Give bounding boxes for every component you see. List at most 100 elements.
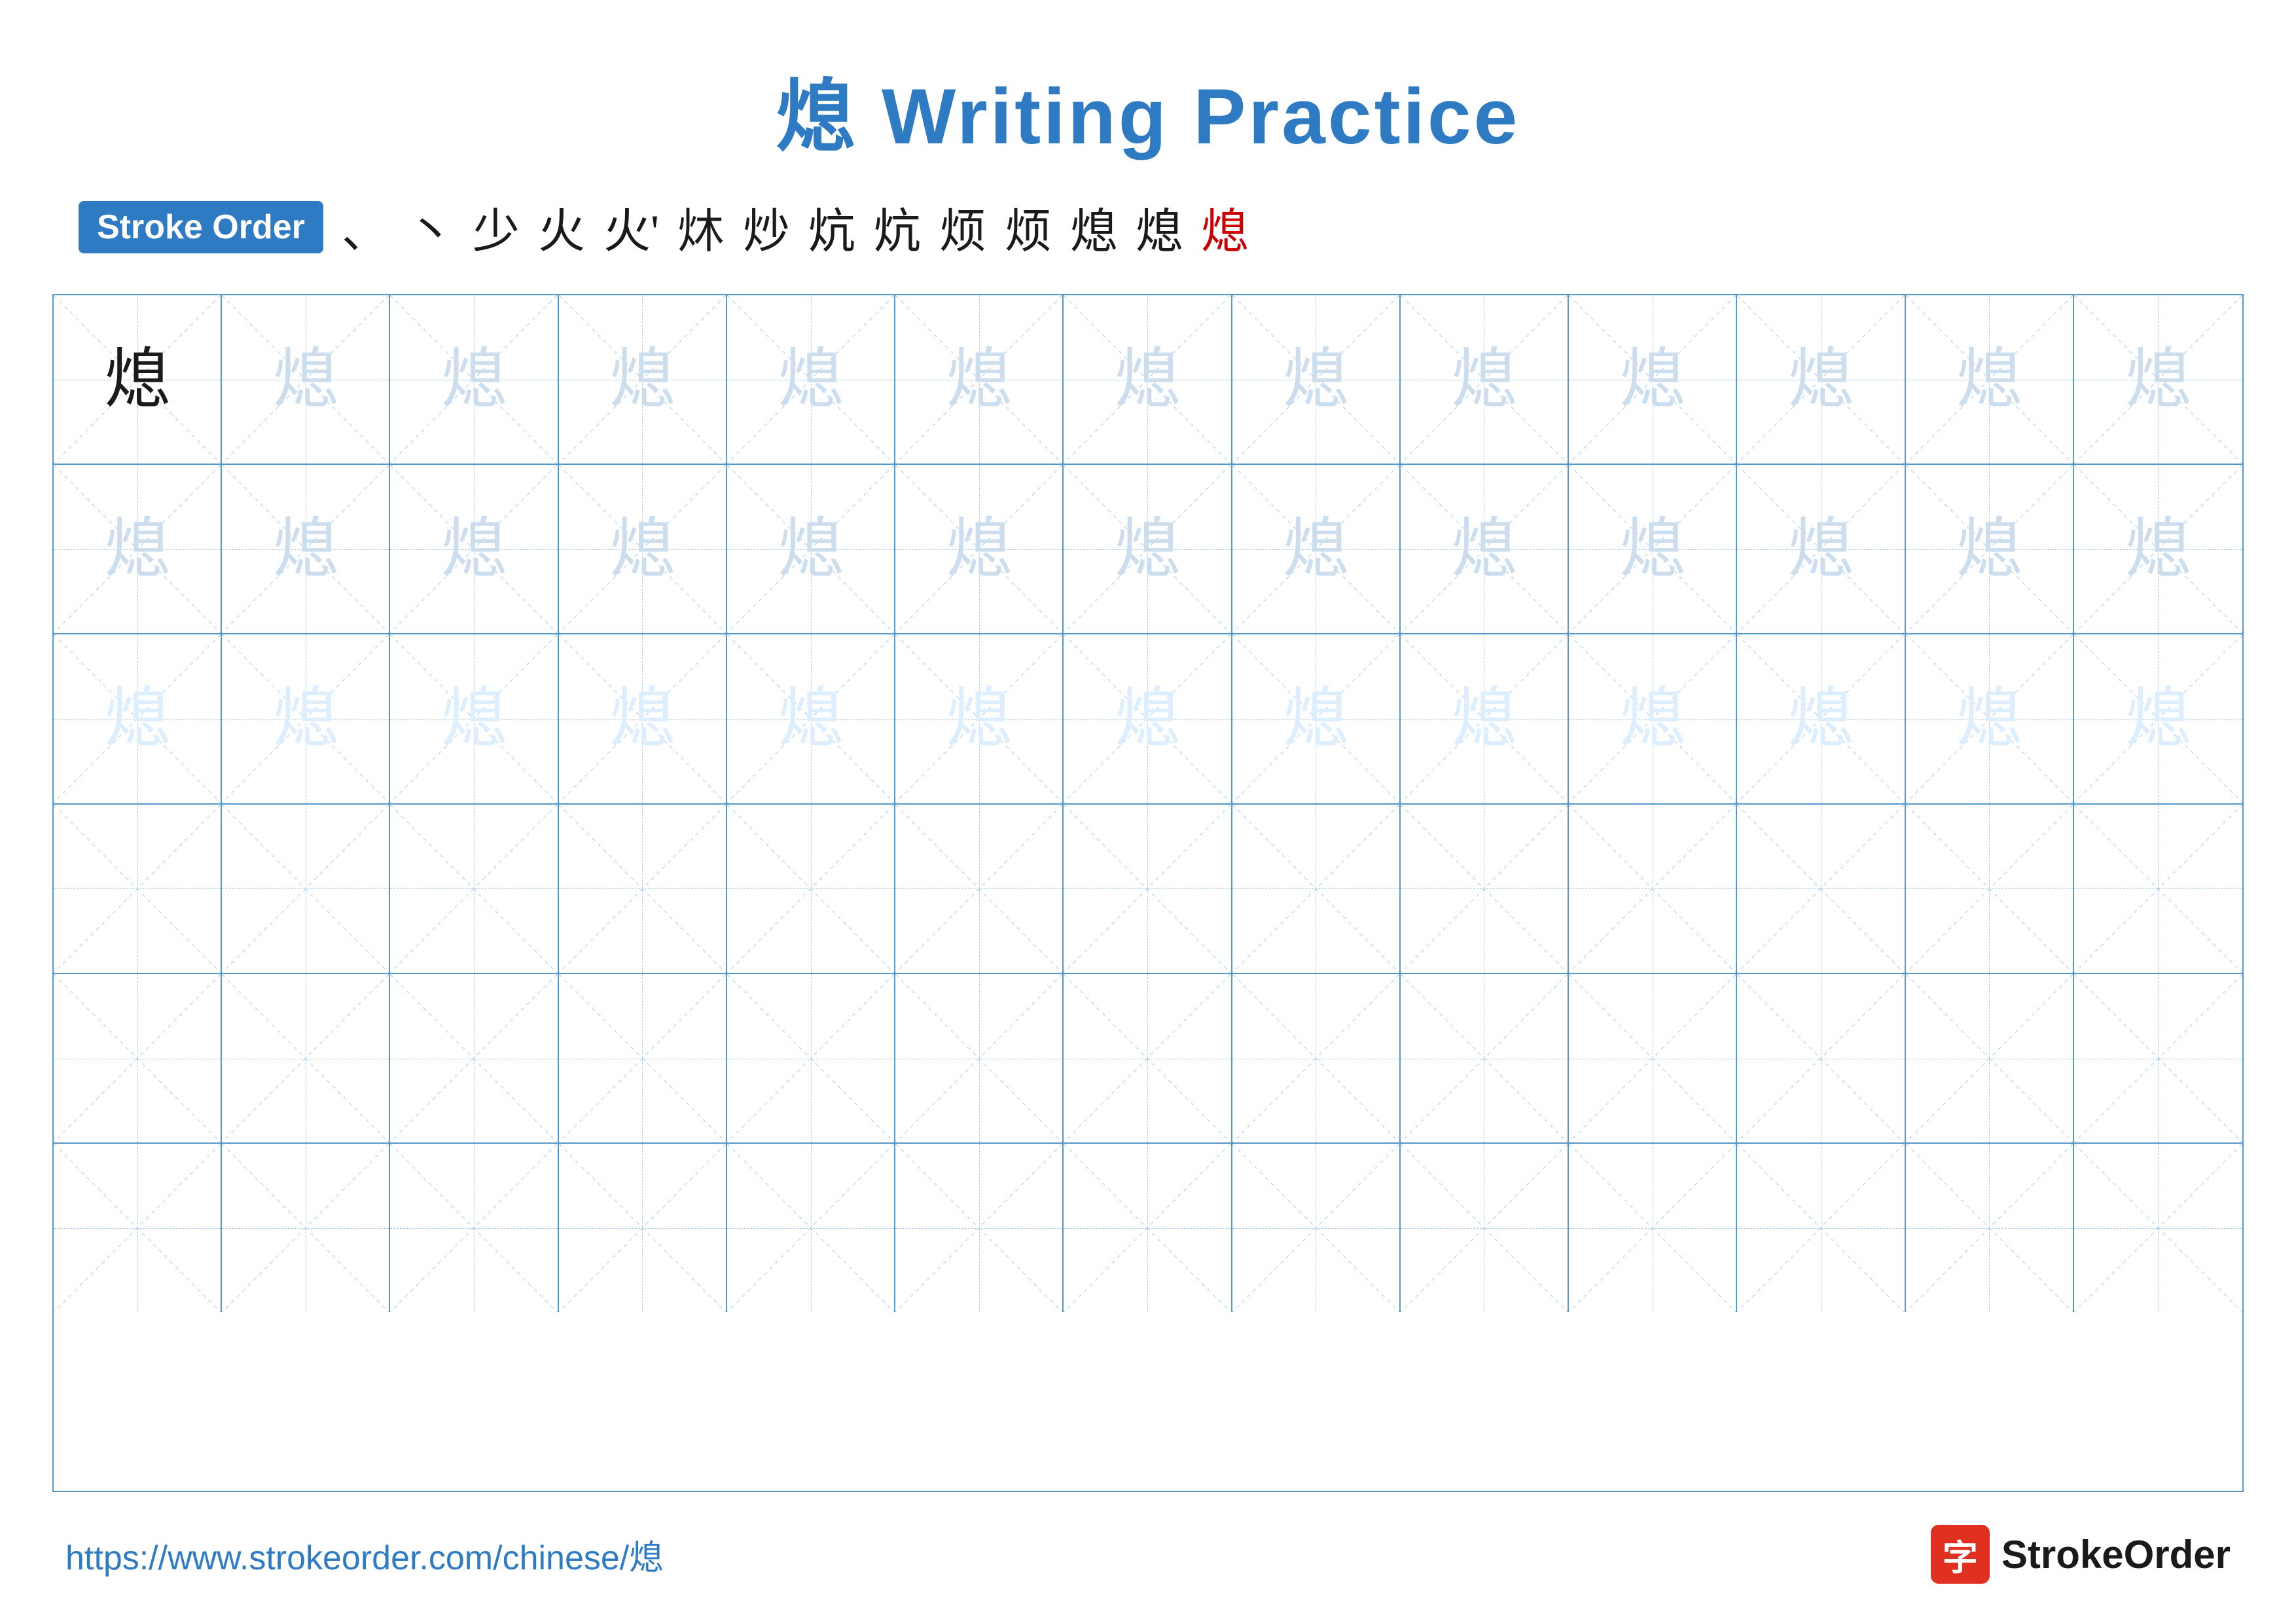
char-light: 熄 xyxy=(1283,347,1348,412)
grid-cell[interactable]: 熄 xyxy=(1232,465,1401,633)
char-lighter: 熄 xyxy=(1451,686,1516,752)
char-light: 熄 xyxy=(1620,347,1685,412)
grid-cell[interactable]: 熄 xyxy=(2074,295,2242,464)
footer-logo-icon: 字 xyxy=(1931,1525,1990,1584)
char-lighter: 熄 xyxy=(609,686,675,752)
grid-cell[interactable]: 熄 xyxy=(54,465,222,633)
grid-cell[interactable]: 熄 xyxy=(222,295,390,464)
grid-cell[interactable]: 熄 xyxy=(727,295,895,464)
grid-cell[interactable] xyxy=(1569,974,1737,1142)
grid-cell[interactable]: 熄 xyxy=(559,634,727,803)
char-lighter: 熄 xyxy=(105,686,170,752)
grid-cell[interactable] xyxy=(895,1144,1064,1312)
grid-cell[interactable]: 熄 xyxy=(559,295,727,464)
grid-cell[interactable] xyxy=(1737,805,1905,973)
grid-cell[interactable] xyxy=(2074,974,2242,1142)
grid-cell[interactable] xyxy=(895,805,1064,973)
grid-cell[interactable] xyxy=(727,974,895,1142)
grid-cell[interactable] xyxy=(559,805,727,973)
grid-cell[interactable] xyxy=(1064,805,1232,973)
grid-cell[interactable] xyxy=(54,1144,222,1312)
grid-cell[interactable] xyxy=(1401,974,1569,1142)
grid-cell[interactable] xyxy=(54,805,222,973)
grid-cell[interactable] xyxy=(222,974,390,1142)
grid-cell[interactable]: 熄 xyxy=(1401,634,1569,803)
grid-cell[interactable] xyxy=(895,974,1064,1142)
grid-cell[interactable] xyxy=(1064,1144,1232,1312)
page-title: 熄 Writing Practice xyxy=(776,52,1520,166)
stroke-11: 烦 xyxy=(1005,192,1052,261)
grid-cell[interactable]: 熄 xyxy=(1064,465,1232,633)
grid-cell[interactable]: 熄 xyxy=(222,465,390,633)
grid-cell[interactable]: 熄 xyxy=(390,295,558,464)
char-light: 熄 xyxy=(1451,517,1516,582)
grid-cell[interactable] xyxy=(1906,1144,2074,1312)
char-light: 熄 xyxy=(105,517,170,582)
char-lighter: 熄 xyxy=(946,686,1012,752)
grid-cell[interactable]: 熄 xyxy=(2074,465,2242,633)
grid-cell[interactable] xyxy=(1064,974,1232,1142)
char-light: 熄 xyxy=(609,517,675,582)
grid-cell[interactable]: 熄 xyxy=(1569,465,1737,633)
grid-cell[interactable] xyxy=(222,805,390,973)
grid-cell[interactable] xyxy=(222,1144,390,1312)
grid-cell[interactable] xyxy=(1569,1144,1737,1312)
grid-cell[interactable]: 熄 xyxy=(1064,634,1232,803)
grid-cell[interactable]: 熄 xyxy=(390,465,558,633)
grid-cell[interactable]: 熄 xyxy=(559,465,727,633)
grid-cell[interactable] xyxy=(1906,805,2074,973)
grid-cell[interactable]: 熄 xyxy=(895,465,1064,633)
grid-cell[interactable] xyxy=(1401,1144,1569,1312)
grid-cell[interactable]: 熄 xyxy=(727,465,895,633)
grid-cell[interactable] xyxy=(2074,805,2242,973)
stroke-8: 炕 xyxy=(808,192,855,261)
grid-cell[interactable] xyxy=(1232,1144,1401,1312)
grid-cell[interactable] xyxy=(54,974,222,1142)
grid-cell[interactable]: 熄 xyxy=(1737,465,1905,633)
stroke-12: 熄 xyxy=(1070,192,1117,261)
grid-cell[interactable] xyxy=(390,974,558,1142)
grid-cell[interactable] xyxy=(1232,805,1401,973)
grid-cell[interactable]: 熄 xyxy=(1737,634,1905,803)
char-light: 熄 xyxy=(1115,347,1180,412)
grid-cell[interactable] xyxy=(559,1144,727,1312)
grid-cell[interactable]: 熄 xyxy=(727,634,895,803)
grid-cell[interactable] xyxy=(559,974,727,1142)
grid-cell[interactable] xyxy=(390,805,558,973)
grid-cell[interactable]: 熄 xyxy=(222,634,390,803)
grid-cell[interactable]: 熄 xyxy=(1064,295,1232,464)
grid-cell[interactable]: 熄 xyxy=(2074,634,2242,803)
grid-cell[interactable] xyxy=(2074,1144,2242,1312)
footer: https://www.strokeorder.com/chinese/熄 字 … xyxy=(52,1525,2244,1584)
char-light: 熄 xyxy=(441,517,507,582)
grid-cell[interactable]: 熄 xyxy=(1906,465,2074,633)
char-lighter: 熄 xyxy=(1956,686,2022,752)
grid-cell[interactable]: 熄 xyxy=(1401,465,1569,633)
char-lighter: 熄 xyxy=(273,686,338,752)
footer-url[interactable]: https://www.strokeorder.com/chinese/熄 xyxy=(65,1530,663,1579)
grid-cell[interactable]: 熄 xyxy=(1232,634,1401,803)
grid-cell[interactable] xyxy=(727,805,895,973)
stroke-10: 烦 xyxy=(939,192,986,261)
grid-cell[interactable]: 熄 xyxy=(1569,634,1737,803)
footer-logo-text: StrokeOrder xyxy=(2001,1532,2231,1577)
grid-cell[interactable]: 熄 xyxy=(1569,295,1737,464)
grid-cell[interactable] xyxy=(727,1144,895,1312)
grid-cell[interactable]: 熄 xyxy=(54,634,222,803)
grid-cell[interactable]: 熄 xyxy=(390,634,558,803)
grid-cell[interactable] xyxy=(1906,974,2074,1142)
grid-cell[interactable] xyxy=(1569,805,1737,973)
grid-cell[interactable] xyxy=(1737,1144,1905,1312)
grid-cell[interactable]: 熄 xyxy=(1906,634,2074,803)
grid-cell[interactable] xyxy=(390,1144,558,1312)
grid-cell[interactable]: 熄 xyxy=(54,295,222,464)
grid-cell[interactable]: 熄 xyxy=(1401,295,1569,464)
grid-cell[interactable]: 熄 xyxy=(895,634,1064,803)
grid-cell[interactable]: 熄 xyxy=(1906,295,2074,464)
grid-cell[interactable] xyxy=(1401,805,1569,973)
grid-cell[interactable]: 熄 xyxy=(1737,295,1905,464)
grid-cell[interactable]: 熄 xyxy=(895,295,1064,464)
grid-cell[interactable] xyxy=(1737,974,1905,1142)
grid-cell[interactable]: 熄 xyxy=(1232,295,1401,464)
grid-cell[interactable] xyxy=(1232,974,1401,1142)
